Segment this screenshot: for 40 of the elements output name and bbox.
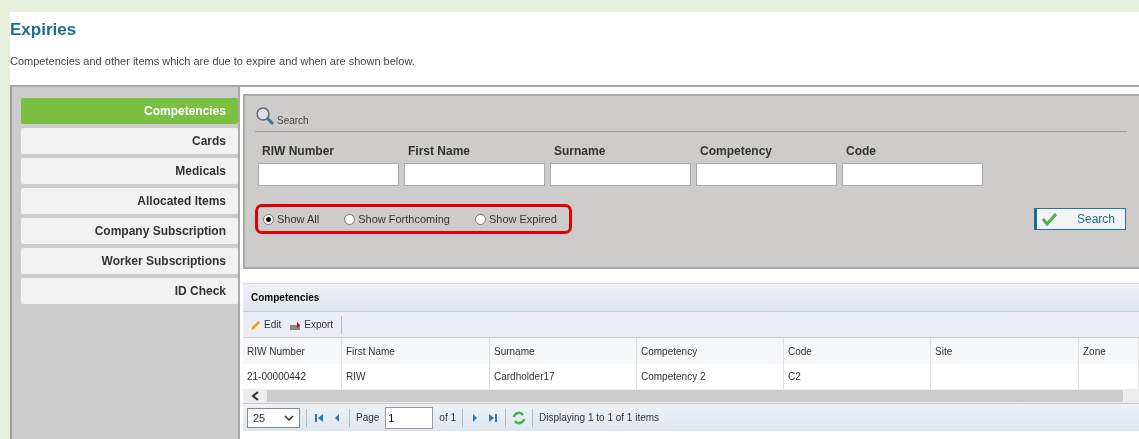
search-heading: Search (277, 115, 309, 126)
first-page-icon (313, 411, 325, 424)
sidebar-item[interactable]: Company Subscription (21, 218, 238, 244)
sidebar-item[interactable]: Medicals (21, 158, 238, 184)
sidebar-item[interactable]: Allocated Items (21, 188, 238, 214)
input-field[interactable] (696, 163, 837, 186)
page-title: Expiries (10, 20, 78, 40)
refresh-icon (512, 410, 527, 425)
page-input[interactable]: 1 (385, 406, 434, 429)
page-description: Competencies and other items which are due to expire and when are shown below. (10, 55, 416, 67)
input-field[interactable] (258, 163, 399, 186)
radio-label: Show Expired (488, 213, 557, 225)
toolbar-button[interactable]: Export (289, 318, 334, 331)
chevron-down-icon (284, 413, 294, 422)
page-label: Page (356, 412, 380, 423)
input-field[interactable] (842, 163, 983, 186)
field-label: Code (845, 144, 877, 158)
filter-radio[interactable]: Show All (263, 213, 320, 225)
check-icon (1041, 212, 1057, 226)
sidebar-item[interactable]: ID Check (21, 278, 238, 304)
last-page-icon (487, 411, 500, 424)
pencil-icon (249, 318, 261, 331)
field-label: Competency (699, 144, 774, 158)
page-size-select[interactable]: 25 (247, 407, 300, 428)
field-label: Surname (553, 144, 607, 158)
page-count: of 1 (439, 412, 457, 423)
input-field[interactable] (550, 163, 691, 186)
search-button[interactable]: Search (1034, 208, 1126, 230)
radio-label: Show All (277, 213, 320, 225)
sidebar-item[interactable]: Cards (21, 128, 238, 154)
input-field[interactable] (404, 163, 545, 186)
grid-title: Competencies (243, 284, 1139, 312)
sidebar-item[interactable]: Worker Subscriptions (21, 248, 238, 274)
field-label: First Name (407, 144, 472, 158)
toolbar-button[interactable]: Edit (249, 318, 282, 331)
filter-radio[interactable]: Show Expired (474, 213, 557, 225)
field-label: RIW Number (261, 144, 335, 158)
pager-summary: Displaying 1 to 1 of 1 items (539, 412, 660, 423)
search-icon (255, 106, 275, 126)
scrollbar-thumb[interactable] (267, 390, 1123, 402)
